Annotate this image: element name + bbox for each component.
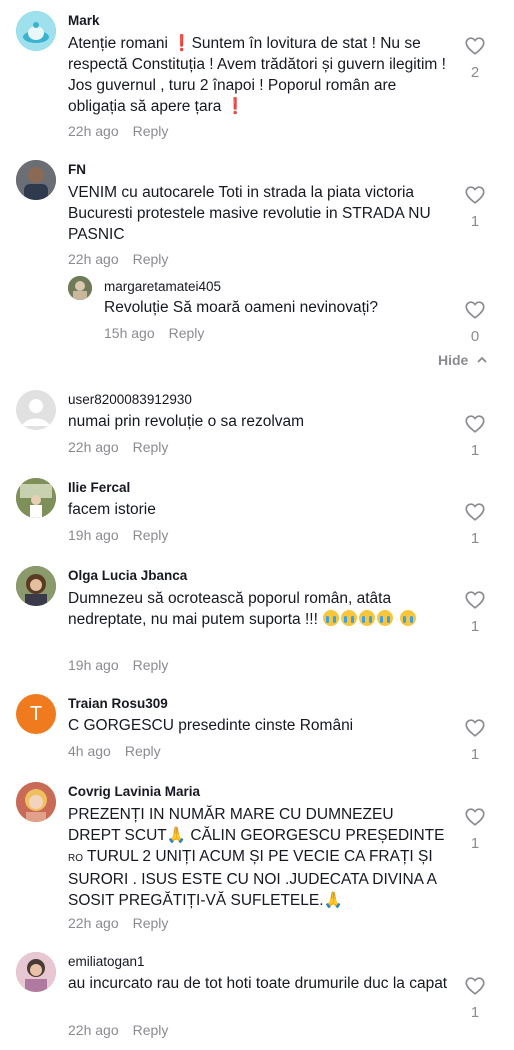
comment-time: 22h ago (68, 251, 119, 267)
comment-meta: 22h ago Reply (68, 251, 168, 267)
comment-text: C GORGESCU presedinte cinste Români (68, 717, 354, 734)
comment-username[interactable]: Olga Lucia Jbanca (68, 568, 187, 583)
crying-face-icon (359, 610, 376, 626)
crying-face-icon (341, 610, 358, 626)
heart-outline-icon (464, 299, 486, 321)
like-count: 1 (470, 746, 480, 763)
heart-outline-icon (464, 717, 486, 739)
comment-username[interactable]: emiliatogan1 (68, 954, 145, 969)
comment-text: Revoluție Să moară oameni nevinovați? (104, 299, 378, 316)
reply-button[interactable]: Reply (133, 123, 169, 139)
heart-outline-icon (464, 184, 486, 206)
avatar[interactable] (16, 390, 56, 430)
like-button[interactable]: 1 (462, 184, 488, 230)
comment-text-part: RO (68, 853, 83, 864)
comment-text-part: CĂLIN GEORGESCU PREȘEDINTE (186, 827, 445, 844)
comment-text: PREZENȚI IN NUMĂR MARE CU DUMNEZEU DREPT… (68, 804, 448, 911)
comment-meta: 22h ago Reply (68, 439, 168, 455)
comment-time: 19h ago (68, 657, 119, 673)
like-count: 0 (470, 328, 480, 345)
red-exclamation-icon: ❗ (172, 35, 192, 52)
like-count: 1 (470, 835, 480, 852)
comment-username[interactable]: margaretamatei405 (104, 279, 221, 294)
avatar-letter: T (29, 702, 43, 725)
comment-text-part: Atenție romani (68, 35, 173, 52)
like-count: 1 (470, 1004, 480, 1021)
comment-text: numai prin revoluție o sa rezolvam (68, 413, 305, 430)
reply-button[interactable]: Reply (133, 657, 169, 673)
reply-button[interactable]: Reply (125, 743, 161, 759)
comment-time: 19h ago (68, 527, 119, 543)
heart-outline-icon (464, 413, 486, 435)
avatar[interactable] (16, 160, 56, 200)
like-button[interactable]: 1 (462, 501, 488, 547)
heart-outline-icon (464, 975, 486, 997)
comment-time: 4h ago (68, 743, 111, 759)
comment-username[interactable]: user8200083912930 (68, 392, 192, 407)
comment-time: 22h ago (68, 1022, 119, 1038)
comment-username[interactable]: Covrig Lavinia Maria (68, 784, 200, 799)
red-exclamation-icon: ❗ (225, 98, 245, 115)
comment-meta: 22h ago Reply (68, 1022, 168, 1038)
like-count: 1 (470, 213, 480, 230)
comment-username[interactable]: Mark (68, 13, 100, 28)
like-button[interactable]: 1 (462, 806, 488, 852)
comment-username[interactable]: FN (68, 162, 86, 177)
comment-username[interactable]: Ilie Fercal (68, 480, 130, 495)
like-count: 1 (470, 442, 480, 459)
folded-hands-icon: 🙏 (323, 892, 343, 909)
comment-text: facem istorie (68, 501, 156, 518)
avatar[interactable] (16, 952, 56, 992)
comment-text: au incurcato rau de tot hoti toate drumu… (68, 975, 448, 992)
comment-text: Dumnezeu să ocrotească poporul român, at… (68, 588, 448, 630)
heart-outline-icon (464, 589, 486, 611)
avatar[interactable] (16, 478, 56, 518)
comment-meta: 22h ago Reply (68, 123, 168, 139)
like-button[interactable]: 1 (462, 975, 488, 1021)
comment-username[interactable]: Traian Rosu309 (68, 696, 168, 711)
comment-meta: 19h ago Reply (68, 657, 168, 673)
heart-outline-icon (464, 35, 486, 57)
avatar[interactable] (68, 276, 92, 300)
crying-face-icon (377, 610, 394, 626)
comment-text-part: TURUL 2 UNIȚI ACUM ȘI PE VECIE CA FRAȚI … (68, 848, 437, 909)
avatar[interactable] (16, 566, 56, 606)
like-count: 2 (470, 64, 480, 81)
comment-meta: 15h ago Reply (104, 325, 204, 341)
like-button[interactable]: 1 (462, 589, 488, 635)
folded-hands-icon: 🙏 (166, 827, 187, 844)
heart-outline-icon (464, 501, 486, 523)
reply-button[interactable]: Reply (133, 251, 169, 267)
comment-text: Atenție romani ❗Suntem în lovitura de st… (68, 33, 448, 117)
comment-time: 22h ago (68, 123, 119, 139)
hide-label: Hide (438, 352, 469, 368)
reply-button[interactable]: Reply (169, 325, 205, 341)
like-button[interactable]: 0 (462, 299, 488, 345)
hide-replies-button[interactable]: Hide (438, 352, 488, 368)
like-button[interactable]: 1 (462, 717, 488, 763)
chevron-up-icon (477, 356, 487, 363)
reply-button[interactable]: Reply (133, 915, 169, 931)
crying-face-icon (399, 610, 416, 626)
comment-time: 22h ago (68, 439, 119, 455)
comment-text: VENIM cu autocarele Toti in strada la pi… (68, 184, 431, 243)
comment-time: 22h ago (68, 915, 119, 931)
like-count: 1 (470, 618, 480, 635)
like-button[interactable]: 1 (462, 413, 488, 459)
comment-meta: 4h ago Reply (68, 743, 161, 759)
reply-button[interactable]: Reply (133, 439, 169, 455)
like-button[interactable]: 2 (462, 35, 488, 81)
avatar[interactable] (16, 782, 56, 822)
crying-face-icon (323, 610, 340, 626)
comment-meta: 22h ago Reply (68, 915, 168, 931)
like-count: 1 (470, 530, 480, 547)
reply-button[interactable]: Reply (133, 1022, 169, 1038)
reply-button[interactable]: Reply (133, 527, 169, 543)
heart-outline-icon (464, 806, 486, 828)
comment-time: 15h ago (104, 325, 155, 341)
avatar[interactable]: T (16, 694, 56, 734)
comment-meta: 19h ago Reply (68, 527, 168, 543)
avatar[interactable] (16, 11, 56, 51)
